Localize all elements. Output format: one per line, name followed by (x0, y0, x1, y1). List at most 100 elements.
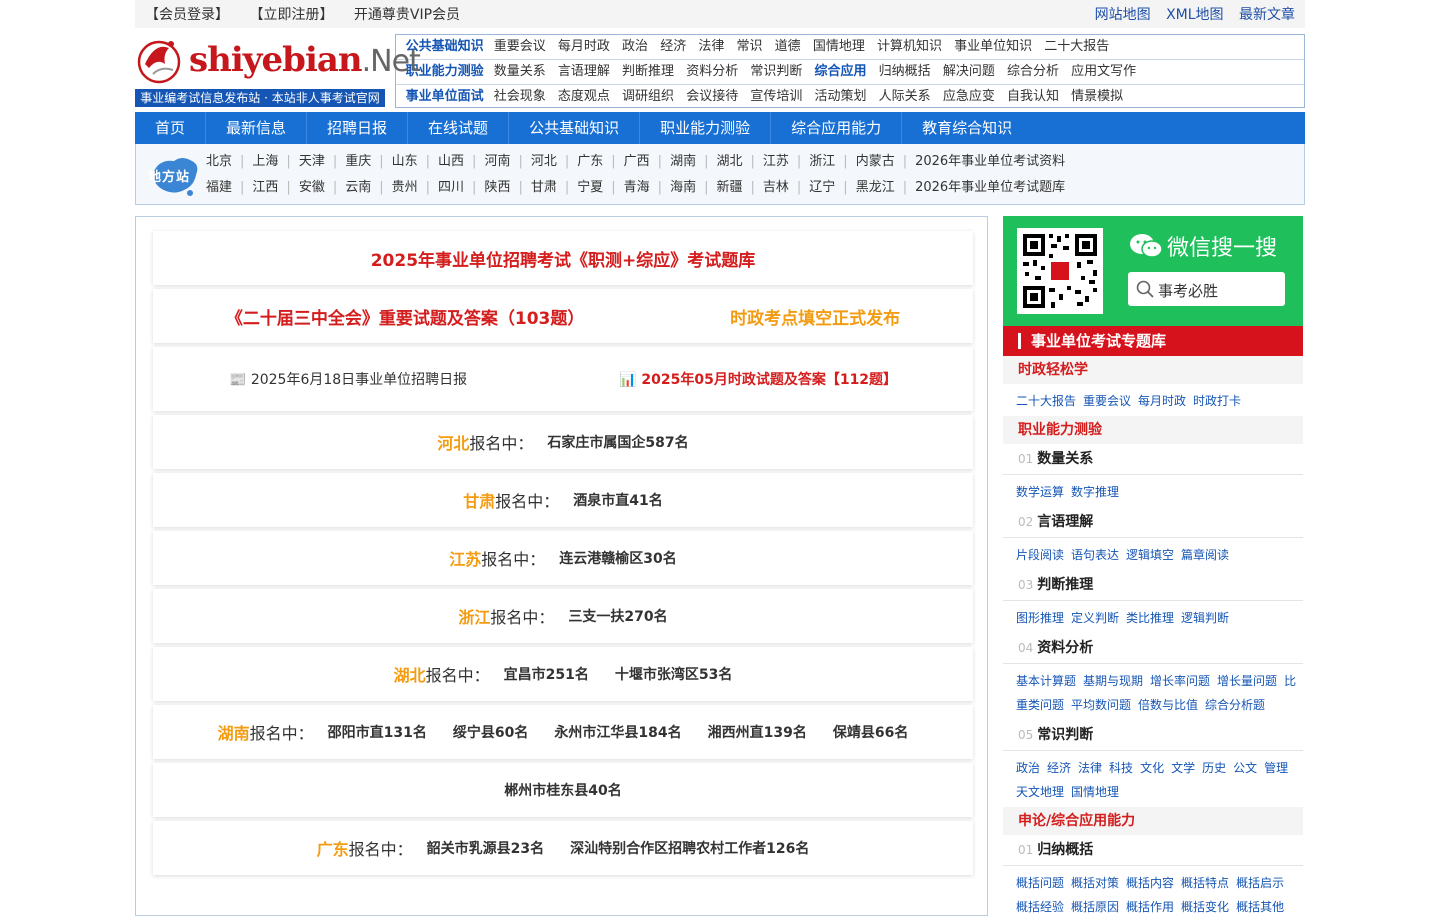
topic-link[interactable]: 时政打卡 (1193, 394, 1241, 408)
nav-home[interactable]: 首页 (135, 112, 207, 144)
quick-nav-item[interactable]: 事业单位知识 (954, 39, 1032, 54)
subcategory-s4[interactable]: 04 资料分析 (1003, 633, 1303, 664)
province-name[interactable]: 浙江 (458, 604, 490, 628)
recruit-unit-link[interactable]: 韶关市乳源县23名 (427, 838, 544, 858)
region-link[interactable]: 山东 (392, 154, 418, 169)
region-link[interactable]: 福建 (206, 180, 232, 195)
region-link[interactable]: 贵州 (392, 180, 418, 195)
topic-link[interactable]: 语句表达 (1071, 548, 1119, 562)
region-link[interactable]: 重庆 (345, 154, 371, 169)
topic-link[interactable]: 科技 (1109, 761, 1133, 775)
subcategory-s6[interactable]: 01 归纳概括 (1003, 835, 1303, 866)
quick-nav-item[interactable]: 归纳概括 (879, 64, 931, 79)
region-link[interactable]: 辽宁 (809, 180, 835, 195)
topic-link[interactable]: 重要会议 (1083, 394, 1131, 408)
quick-nav-item[interactable]: 社会现象 (494, 89, 546, 104)
province-name[interactable]: 河北 (437, 430, 469, 454)
region-link[interactable]: 2026年事业单位考试题库 (915, 180, 1065, 195)
quick-nav-item[interactable]: 资料分析 (686, 64, 738, 79)
region-link[interactable]: 内蒙古 (856, 154, 895, 169)
nav-daily[interactable]: 招聘日报 (307, 112, 409, 144)
quick-nav-item[interactable]: 计算机知识 (877, 39, 942, 54)
topic-link[interactable]: 概括作用 (1126, 900, 1174, 914)
topic-link[interactable]: 基期与现期 (1083, 674, 1143, 688)
topic-link[interactable]: 增长率问题 (1150, 674, 1210, 688)
region-link[interactable]: 上海 (252, 154, 278, 169)
topic-link[interactable]: 概括启示 (1236, 876, 1284, 890)
recruit-unit-link[interactable]: 深汕特别合作区招聘农村工作者126名 (570, 838, 809, 858)
sitemap-link[interactable]: 网站地图 (1095, 7, 1151, 23)
topic-link[interactable]: 概括变化 (1181, 900, 1229, 914)
topic-link[interactable]: 天文地理 (1016, 785, 1064, 799)
topic-link[interactable]: 片段阅读 (1016, 548, 1064, 562)
topic-link[interactable]: 每月时政 (1138, 394, 1186, 408)
recruit-unit-link[interactable]: 宜昌市251名 (504, 664, 589, 684)
region-link[interactable]: 吉林 (763, 180, 789, 195)
province-name[interactable]: 湖北 (394, 662, 426, 686)
nav-applied[interactable]: 综合应用能力 (771, 112, 903, 144)
category-essay[interactable]: 申论/综合应用能力 (1003, 807, 1303, 835)
topic-link[interactable]: 逻辑判断 (1181, 611, 1229, 625)
latest-articles-link[interactable]: 最新文章 (1239, 7, 1295, 23)
category-current-affairs[interactable]: 时政轻松学 (1003, 356, 1303, 384)
banner-plenum-link[interactable]: 《二十届三中全会》重要试题及答案（103题） (226, 304, 585, 329)
quick-nav-item[interactable]: 调研组织 (622, 89, 674, 104)
quick-nav-item[interactable]: 数量关系 (494, 64, 546, 79)
topic-link[interactable]: 公文 (1233, 761, 1257, 775)
region-link[interactable]: 江苏 (763, 154, 789, 169)
quick-nav-item[interactable]: 应急应变 (943, 89, 995, 104)
recruit-unit-link[interactable]: 十堰市张湾区53名 (615, 664, 732, 684)
quick-nav-item[interactable]: 应用文写作 (1071, 64, 1136, 79)
recruit-unit-link[interactable]: 酒泉市直41名 (573, 490, 662, 510)
region-link[interactable]: 2026年事业单位考试资料 (915, 154, 1065, 169)
recruit-unit-link[interactable]: 保靖县66名 (833, 722, 908, 742)
quick-nav-item[interactable]: 道德 (775, 39, 801, 54)
quick-nav-item[interactable]: 解决问题 (943, 64, 995, 79)
topic-link[interactable]: 概括对策 (1071, 876, 1119, 890)
topic-link[interactable]: 文化 (1140, 761, 1164, 775)
topic-link[interactable]: 历史 (1202, 761, 1226, 775)
region-link[interactable]: 四川 (438, 180, 464, 195)
quick-nav-item[interactable]: 自我认知 (1007, 89, 1059, 104)
quick-nav-item[interactable]: 宣传培训 (750, 89, 802, 104)
region-link[interactable]: 海南 (670, 180, 696, 195)
region-link[interactable]: 江西 (252, 180, 278, 195)
quick-nav-item[interactable]: 常识判断 (750, 64, 802, 79)
topic-link[interactable]: 文学 (1171, 761, 1195, 775)
banner-current-affairs-link[interactable]: 时政考点填空正式发布 (730, 304, 900, 329)
region-link[interactable]: 浙江 (809, 154, 835, 169)
region-link[interactable]: 天津 (299, 154, 325, 169)
topic-link[interactable]: 二十大报告 (1016, 394, 1076, 408)
region-link[interactable]: 广西 (624, 154, 650, 169)
region-link[interactable]: 河南 (484, 154, 510, 169)
daily-report-link[interactable]: 📰 2025年6月18日事业单位招聘日报 (229, 369, 467, 389)
topic-link[interactable]: 倍数与比值 (1138, 698, 1198, 712)
category-aptitude[interactable]: 职业能力测验 (1003, 416, 1303, 444)
monthly-quiz-link[interactable]: 📊 2025年05月时政试题及答案【112题】 (619, 369, 897, 389)
quick-nav-item[interactable]: 情景模拟 (1071, 89, 1123, 104)
quick-nav-item[interactable]: 经济 (660, 39, 686, 54)
quick-nav-item[interactable]: 每月时政 (558, 39, 610, 54)
quick-nav-item[interactable]: 法律 (698, 39, 724, 54)
region-link[interactable]: 河北 (531, 154, 557, 169)
topic-link[interactable]: 概括内容 (1126, 876, 1174, 890)
quick-nav-item[interactable]: 活动策划 (815, 89, 867, 104)
nav-latest[interactable]: 最新信息 (206, 112, 308, 144)
topic-link[interactable]: 概括经验 (1016, 900, 1064, 914)
topic-link[interactable]: 概括原因 (1071, 900, 1119, 914)
region-link[interactable]: 黑龙江 (856, 180, 895, 195)
login-link[interactable]: 【会员登录】 (145, 7, 229, 23)
region-link[interactable]: 山西 (438, 154, 464, 169)
quick-nav-item[interactable]: 国情地理 (813, 39, 865, 54)
province-name[interactable]: 甘肃 (463, 488, 495, 512)
topic-link[interactable]: 经济 (1047, 761, 1071, 775)
region-link[interactable]: 陕西 (484, 180, 510, 195)
xml-map-link[interactable]: XML地图 (1166, 7, 1223, 23)
quick-nav-item[interactable]: 判断推理 (622, 64, 674, 79)
topic-link[interactable]: 政治 (1016, 761, 1040, 775)
topic-link[interactable]: 数学运算 (1016, 485, 1064, 499)
recruit-unit-link[interactable]: 石家庄市属国企587名 (547, 432, 688, 452)
region-link[interactable]: 新疆 (716, 180, 742, 195)
banner-exam-bank[interactable]: 2025年事业单位招聘考试《职测+综应》考试题库 (153, 231, 973, 285)
region-link[interactable]: 广东 (577, 154, 603, 169)
